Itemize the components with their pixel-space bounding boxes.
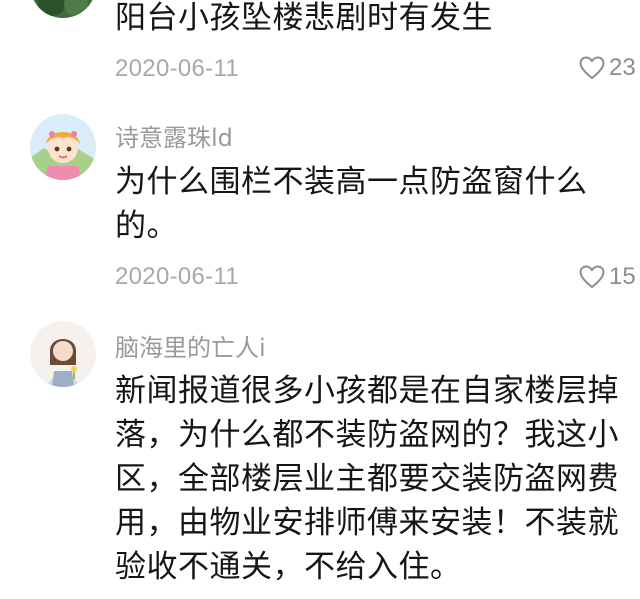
avatar-image	[30, 321, 96, 387]
avatar[interactable]	[30, 321, 96, 387]
avatar[interactable]	[30, 114, 96, 180]
like-button[interactable]: 23	[579, 53, 636, 83]
avatar[interactable]	[30, 0, 96, 18]
comment-username[interactable]: 脑海里的亡人i	[115, 328, 266, 363]
comment-text: 阳台小孩坠楼悲剧时有发生	[115, 0, 493, 36]
comment-username[interactable]: 诗意露珠ld	[115, 118, 233, 153]
like-button[interactable]: 15	[579, 262, 636, 292]
comment-date: 2020-06-11	[115, 263, 239, 290]
avatar-image	[30, 114, 96, 180]
comment-text: 新闻报道很多小孩都是在自家楼层掉落，为什么都不装防盗网的？我这小区，全部楼层业主…	[115, 373, 619, 585]
like-count: 15	[609, 263, 636, 290]
like-count: 23	[609, 54, 636, 81]
heart-outline-icon	[579, 56, 605, 80]
heart-outline-icon	[579, 265, 605, 289]
avatar-image	[30, 0, 96, 18]
comment-text: 为什么围栏不装高一点防盗窗什么的。	[115, 164, 588, 244]
comment-date: 2020-06-11	[115, 55, 239, 82]
